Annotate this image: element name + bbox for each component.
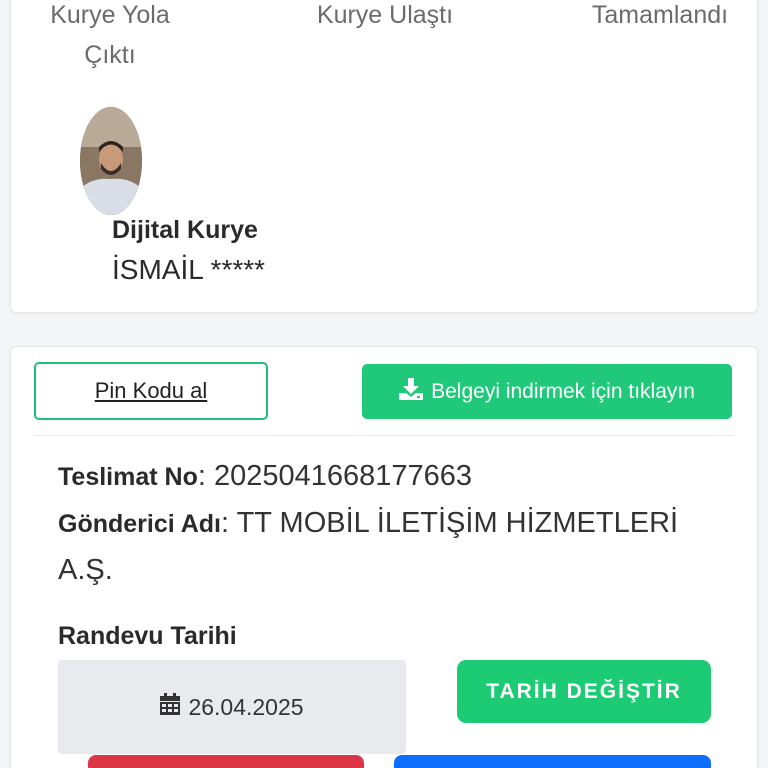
delivery-number-row: Teslimat No: 2025041668177663	[58, 453, 472, 500]
appointment-date-value: 26.04.2025	[188, 693, 304, 720]
status-step-completed: Tamamlandı	[591, 1, 729, 29]
appointment-date-label: Randevu Tarihi	[58, 622, 237, 650]
change-date-label: TARİH DEĞİŞTİR	[486, 679, 682, 703]
get-pin-code-button[interactable]: Pin Kodu al	[34, 362, 268, 420]
download-document-button[interactable]: Belgeyi indirmek için tıklayın	[362, 364, 732, 419]
red-action-button[interactable]	[88, 755, 364, 768]
download-button-label: Belgeyi indirmek için tıklayın	[431, 379, 695, 403]
calendar-icon	[160, 693, 181, 721]
change-date-button[interactable]: TARİH DEĞİŞTİR	[457, 660, 711, 723]
divider	[34, 435, 734, 436]
status-step-arrived: Kurye Ulaştı	[316, 1, 454, 29]
page: Kurye Yola Çıktı Kurye Ulaştı Tamamlandı…	[0, 0, 768, 768]
pin-button-label: Pin Kodu al	[94, 378, 208, 403]
sender-name-row: Gönderici Adı: TT MOBİL İLETİŞİM HİZMETL…	[58, 500, 738, 593]
status-step-on-the-way: Kurye Yola Çıktı	[50, 1, 170, 69]
delivery-number-value: : 2025041668177663	[197, 460, 473, 492]
courier-avatar	[80, 107, 142, 215]
appointment-date-field[interactable]: 26.04.2025	[58, 660, 406, 754]
delivery-number-label: Teslimat No	[58, 463, 198, 491]
download-icon	[399, 377, 424, 406]
courier-name: İSMAİL *****	[112, 254, 266, 285]
courier-title: Dijital Kurye	[112, 216, 258, 244]
blue-action-button[interactable]	[394, 755, 711, 768]
sender-name-label: Gönderici Adı	[58, 510, 221, 538]
